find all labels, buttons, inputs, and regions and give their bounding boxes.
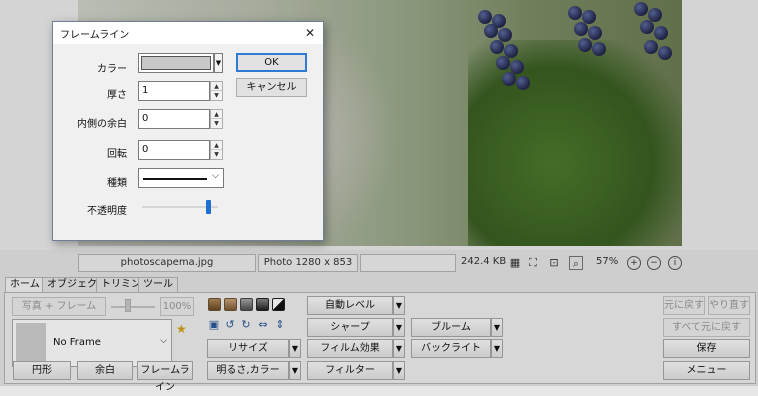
- ok-button[interactable]: OK: [236, 53, 307, 72]
- color-picker[interactable]: [138, 53, 214, 73]
- thickness-field[interactable]: 1: [138, 81, 210, 101]
- bloom-dropdown[interactable]: ▼: [491, 318, 503, 337]
- rotation-field[interactable]: 0: [138, 140, 210, 160]
- status-empty: [360, 254, 456, 272]
- undo-button[interactable]: 元に戻す: [663, 296, 705, 315]
- inner-margin-label: 内側の余白: [77, 119, 127, 130]
- frame-name: No Frame: [53, 337, 101, 348]
- tab-home[interactable]: ホーム: [5, 277, 45, 293]
- backlight-button[interactable]: バックライト: [411, 339, 491, 358]
- frameline-dialog: フレームライン ✕ カラー ▼ OK キャンセル 厚さ 1 ▲ ▼ 内側の余白 0…: [52, 21, 324, 241]
- frame-slider-thumb[interactable]: [125, 299, 131, 312]
- rotate-right-icon[interactable]: ↻: [239, 318, 253, 332]
- close-icon[interactable]: ✕: [301, 24, 319, 42]
- info-icon[interactable]: i: [668, 256, 682, 270]
- film-effect-dropdown[interactable]: ▼: [393, 339, 405, 358]
- thickness-label: 厚さ: [107, 90, 127, 101]
- status-dimensions: Photo 1280 x 853: [258, 254, 358, 272]
- status-zoom: 57%: [596, 256, 619, 267]
- auto-level-dropdown[interactable]: ▼: [393, 296, 405, 315]
- picture-icon[interactable]: ▣: [207, 318, 221, 332]
- fit-screen-icon[interactable]: ⛶: [526, 256, 540, 270]
- opacity-slider[interactable]: [142, 200, 218, 214]
- redo-button[interactable]: やり直す: [708, 296, 750, 315]
- rotate-left-icon[interactable]: ↺: [223, 318, 237, 332]
- dialog-titlebar[interactable]: フレームライン ✕: [53, 22, 323, 44]
- sharpen-button[interactable]: シャープ: [307, 318, 393, 337]
- thickness-spinner[interactable]: ▲ ▼: [210, 81, 223, 101]
- backlight-dropdown[interactable]: ▼: [491, 339, 503, 358]
- inner-margin-field[interactable]: 0: [138, 109, 210, 129]
- solid-line-preview: [143, 178, 207, 180]
- flip-vertical-icon[interactable]: ⇕: [273, 318, 287, 332]
- filter-button[interactable]: フィルター: [307, 361, 393, 380]
- rotation-label: 回転: [107, 149, 127, 160]
- resize-dropdown[interactable]: ▼: [289, 339, 301, 358]
- line-type-label: 種類: [107, 178, 127, 189]
- actual-size-icon[interactable]: ⊡: [547, 256, 561, 270]
- zoom-out-icon[interactable]: −: [647, 256, 661, 270]
- chevron-down-icon[interactable]: ⌵: [212, 171, 219, 181]
- line-type-select[interactable]: ⌵: [138, 168, 224, 188]
- photo-grapes: [458, 0, 682, 120]
- flip-horizontal-icon[interactable]: ⇔: [256, 318, 270, 332]
- filter-dropdown[interactable]: ▼: [393, 361, 405, 380]
- color-swatch: [141, 56, 211, 70]
- invert-icon[interactable]: [272, 298, 285, 311]
- status-filename: photoscapema.jpg: [78, 254, 256, 272]
- menu-button[interactable]: メニュー: [663, 361, 750, 380]
- dark-icon[interactable]: [256, 298, 269, 311]
- checker-icon[interactable]: ▦: [508, 256, 522, 270]
- opacity-label: 不透明度: [87, 206, 127, 217]
- film-effect-button[interactable]: フィルム効果: [307, 339, 393, 358]
- chevron-down-icon[interactable]: ⌵: [160, 336, 167, 346]
- status-filesize: 242.4 KB: [461, 256, 507, 267]
- cancel-button[interactable]: キャンセル: [236, 78, 307, 97]
- brightness-color-button[interactable]: 明るさ,カラー: [207, 361, 289, 380]
- color-dropdown-arrow[interactable]: ▼: [214, 53, 223, 73]
- star-icon[interactable]: ★: [176, 322, 187, 336]
- inner-margin-spinner[interactable]: ▲ ▼: [210, 109, 223, 129]
- warm-icon[interactable]: [224, 298, 237, 311]
- ribbon-panel: 写真 + フレーム 100% No Frame ⌵ ★ 円形 余白 フレームライ…: [4, 292, 756, 393]
- sepia-icon[interactable]: [208, 298, 221, 311]
- rotation-spinner[interactable]: ▲ ▼: [210, 140, 223, 160]
- frame-slider-track[interactable]: [111, 306, 155, 308]
- frameline-button[interactable]: フレームライン: [137, 361, 193, 393]
- ribbon: ホーム オブジェクト トリミング ツール 写真 + フレーム 100% No F…: [0, 274, 758, 393]
- save-button[interactable]: 保存: [663, 339, 750, 358]
- frame-zoom-percent: 100%: [160, 297, 194, 316]
- grayscale-icon[interactable]: [240, 298, 253, 311]
- dialog-title: フレームライン: [60, 30, 130, 41]
- status-bar: photoscapema.jpg Photo 1280 x 853 242.4 …: [0, 254, 758, 272]
- photo-frame-button[interactable]: 写真 + フレーム: [12, 297, 106, 316]
- margin-button[interactable]: 余白: [77, 361, 133, 380]
- frame-thumbnail: [16, 323, 46, 363]
- color-label: カラー: [97, 64, 127, 75]
- bloom-button[interactable]: ブルーム: [411, 318, 491, 337]
- undo-all-button[interactable]: すべて元に戻す: [663, 318, 750, 337]
- opacity-slider-thumb[interactable]: [206, 200, 211, 214]
- zoom-fit-icon[interactable]: ⌕: [569, 256, 583, 270]
- brightness-dropdown[interactable]: ▼: [289, 361, 301, 380]
- frame-selector[interactable]: No Frame ⌵: [12, 319, 172, 367]
- tab-tools[interactable]: ツール: [138, 277, 178, 292]
- zoom-in-icon[interactable]: +: [627, 256, 641, 270]
- auto-level-button[interactable]: 自動レベル: [307, 296, 393, 315]
- resize-button[interactable]: リサイズ: [207, 339, 289, 358]
- sharpen-dropdown[interactable]: ▼: [393, 318, 405, 337]
- circle-button[interactable]: 円形: [13, 361, 71, 380]
